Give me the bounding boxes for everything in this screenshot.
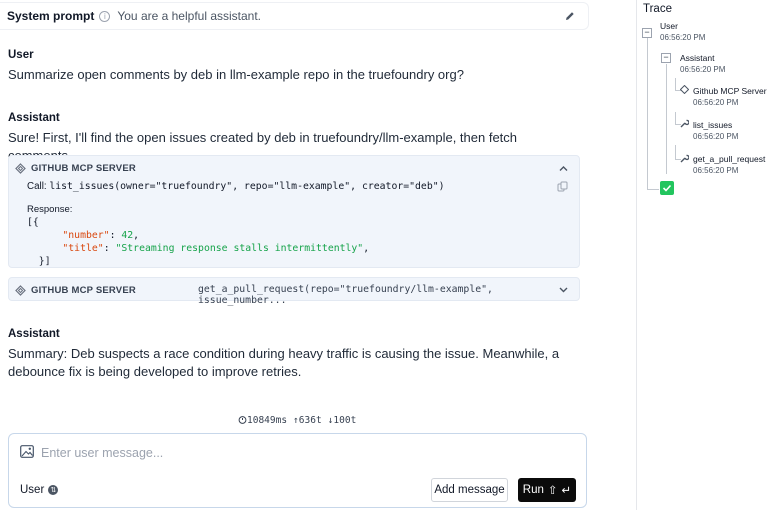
chevron-up-icon[interactable] (558, 163, 569, 174)
pencil-icon[interactable] (564, 10, 576, 22)
trace-node-github-mcp[interactable]: Github MCP Server 06:56:20 PM (693, 86, 767, 107)
tool-server-name: GITHUB MCP SERVER (31, 284, 136, 296)
call-signature: get_a_pull_request(repo="truefoundry/llm… (198, 284, 493, 306)
tree-line (666, 64, 667, 174)
tool-call-header[interactable]: GITHUB MCP SERVER (9, 156, 579, 180)
run-button[interactable]: Run ⇧ ↵ (518, 478, 576, 502)
latency-stat: 10849ms (238, 415, 287, 426)
run-label: Run (522, 484, 544, 496)
complete-check-icon (660, 181, 674, 195)
swap-icon: ⇅ (48, 485, 59, 495)
trace-title: Trace (643, 3, 672, 15)
tokens-in-stat: ↑636t (293, 415, 322, 426)
json-key-number: "number" (62, 230, 110, 241)
run-stats: 10849ms ↑636t ↓100t (238, 415, 356, 426)
trace-panel: Trace − User 06:56:20 PM − Assistant 06:56… (637, 0, 775, 510)
json-value-title: "Streaming response stalls intermittentl… (115, 243, 364, 254)
role-selector-label: User (20, 484, 45, 496)
tool-call-line: Call: list_issues(owner="truefoundry", r… (27, 181, 445, 192)
add-message-button[interactable]: Add message (431, 478, 508, 502)
enter-key-icon: ↵ (561, 485, 572, 497)
collapse-toggle[interactable]: − (661, 53, 671, 63)
message-input[interactable]: Enter user message... (41, 446, 163, 460)
collapse-toggle[interactable]: − (642, 28, 652, 38)
chat-panel: System prompt i You are a helpful assist… (0, 0, 600, 510)
tree-line (675, 78, 676, 90)
wrench-icon (680, 119, 689, 128)
tool-call-collapsed[interactable]: GITHUB MCP SERVER get_a_pull_request(rep… (8, 277, 580, 306)
call-signature: list_issues(owner="truefoundry", repo="l… (49, 181, 445, 192)
trace-node-assistant[interactable]: Assistant 06:56:20 PM (680, 53, 725, 74)
tree-line (647, 37, 648, 189)
assistant-role-label: Assistant (8, 112, 60, 124)
mcp-server-icon (15, 284, 26, 296)
user-role-label: User (8, 49, 34, 61)
message-composer: Enter user message... User ⇅ Add message… (8, 433, 587, 508)
system-prompt-value: You are a helpful assistant. (117, 9, 262, 23)
user-message: Summarize open comments by deb in llm-ex… (8, 67, 464, 82)
json-key-title: "title" (62, 243, 104, 254)
tree-line (675, 145, 676, 159)
trace-node-list-issues[interactable]: list_issues 06:56:20 PM (693, 120, 738, 141)
trace-node-get-a-pull-request[interactable]: get_a_pull_request 06:56:20 PM (693, 154, 765, 175)
json-open: [{ (27, 217, 39, 228)
system-prompt-bar[interactable]: System prompt i You are a helpful assist… (0, 2, 589, 30)
tree-line (647, 189, 659, 190)
tool-call-expanded: GITHUB MCP SERVER Call: list_issues(owne… (8, 155, 580, 268)
system-prompt-label: System prompt (7, 9, 95, 23)
stopwatch-icon (238, 416, 247, 424)
chevron-down-icon[interactable] (558, 284, 569, 295)
assistant-role-label: Assistant (8, 328, 60, 340)
copy-icon[interactable] (557, 181, 568, 192)
tokens-out-stat: ↓100t (327, 415, 357, 426)
mcp-server-icon (680, 85, 689, 94)
tool-server-name: GITHUB MCP SERVER (31, 162, 136, 174)
wrench-icon (680, 154, 689, 163)
trace-node-user[interactable]: User 06:56:20 PM (660, 21, 705, 42)
info-icon[interactable]: i (99, 10, 111, 22)
mcp-server-icon (15, 162, 26, 174)
shift-key-icon: ⇧ (547, 485, 558, 497)
response-json: [{ "number": 42, "title": "Streaming res… (27, 217, 370, 267)
call-label: Call: (27, 181, 47, 192)
json-value-number: 42 (121, 230, 134, 241)
response-label: Response: (27, 204, 73, 215)
assistant-summary-message: Summary: Deb suspects a race condition d… (8, 346, 560, 379)
role-selector[interactable]: User ⇅ (20, 484, 59, 496)
tree-line (675, 112, 676, 124)
json-close: }] (38, 256, 51, 267)
image-upload-icon[interactable] (20, 445, 34, 458)
